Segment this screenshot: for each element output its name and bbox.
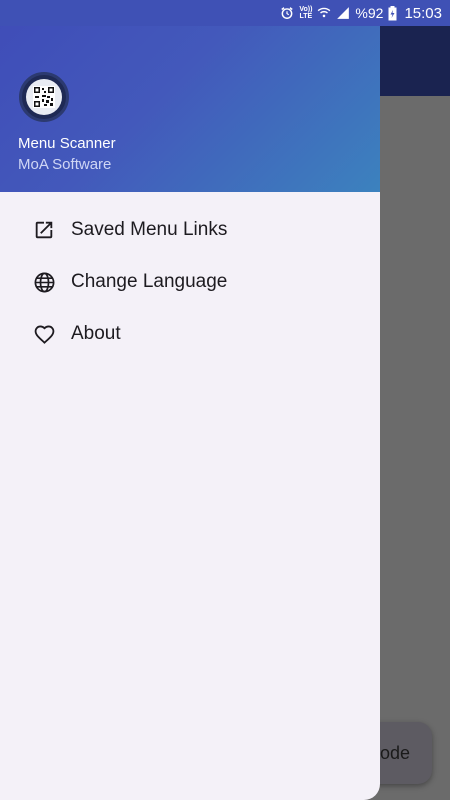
wifi-icon — [317, 6, 331, 20]
scan-code-label: ode — [379, 742, 410, 763]
open-in-new-icon — [32, 218, 56, 242]
menu-item-label: Change Language — [71, 271, 228, 292]
menu-item-label: Saved Menu Links — [71, 219, 228, 240]
globe-icon — [32, 270, 56, 294]
qr-code-icon — [26, 79, 62, 115]
signal-icon — [336, 6, 350, 20]
developer-name: MoA Software — [18, 156, 112, 173]
app-logo — [19, 72, 69, 122]
heart-icon — [32, 322, 56, 346]
navigation-drawer: Menu Scanner MoA Software Saved Menu Lin… — [0, 0, 380, 800]
battery-charging-icon — [388, 5, 397, 21]
battery-percent: %92 — [355, 5, 384, 21]
menu-item-about[interactable]: About — [0, 308, 380, 360]
menu-item-label: About — [71, 323, 121, 344]
drawer-menu: Saved Menu Links Change Language About — [0, 192, 380, 360]
menu-item-saved-menu-links[interactable]: Saved Menu Links — [0, 204, 380, 256]
menu-item-change-language[interactable]: Change Language — [0, 256, 380, 308]
volte-icon: Vo)) LTE — [299, 6, 313, 20]
status-bar: Vo)) LTE %92 15:03 — [0, 0, 450, 26]
alarm-icon — [280, 6, 294, 20]
clock: 15:03 — [404, 4, 442, 22]
app-name: Menu Scanner — [18, 135, 116, 152]
drawer-header: Menu Scanner MoA Software — [0, 0, 380, 192]
